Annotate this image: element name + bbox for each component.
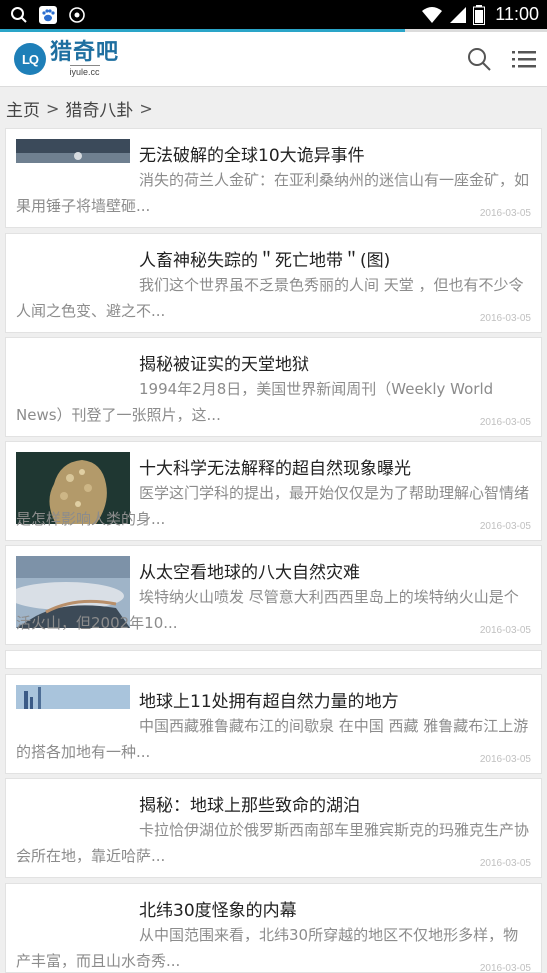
article-title[interactable]: 揭秘：地球上那些致命的湖泊 — [139, 791, 360, 816]
wifi-icon — [422, 6, 443, 23]
article-title[interactable]: 地球上11处拥有超自然力量的地方 — [139, 687, 399, 712]
article-date: 2016-03-05 — [479, 208, 531, 219]
signal-icon — [450, 6, 467, 23]
article-title[interactable]: 无法破解的全球10大诡异事件 — [139, 141, 365, 166]
article-thumbnail — [16, 685, 130, 709]
article-item[interactable]: 地球上11处拥有超自然力量的地方 中国西藏雅鲁藏布江的间歇泉 在中国 西藏 雅鲁… — [5, 674, 542, 774]
article-summary: 我们这个世界虽不乏景色秀丽的人间 天堂 ，但也有不少令人闻之色变、避之不... — [16, 276, 524, 320]
article-title[interactable]: 北纬30度怪象的内幕 — [139, 896, 297, 921]
breadcrumb-home[interactable]: 主页 — [6, 96, 40, 121]
article-date: 2016-03-05 — [479, 417, 531, 428]
article-summary: 中国西藏雅鲁藏布江的间歇泉 在中国 西藏 雅鲁藏布江上游的搭各加地有一种... — [16, 717, 529, 761]
article-date: 2016-03-05 — [479, 313, 531, 324]
breadcrumb-separator: > — [46, 98, 60, 118]
logo-name: 猎奇吧 — [50, 40, 120, 65]
article-date: 2016-03-05 — [479, 521, 531, 532]
article-summary: 消失的荷兰人金矿：在亚利桑纳州的迷信山有一座金矿，如果用锤子将墙壁砸... — [16, 171, 530, 215]
article-summary: 埃特纳火山喷发 尽管意大利西西里岛上的埃特纳火山是个活火山，但2002年10..… — [16, 588, 519, 632]
article-summary: 卡拉恰伊湖位於俄罗斯西南部车里雅宾斯克的玛雅克生产协会所在地，靠近哈萨... — [16, 821, 530, 865]
search-icon[interactable] — [466, 46, 492, 72]
article-item[interactable]: 人畜神秘失踪的＂死亡地带＂(图) 我们这个世界虽不乏景色秀丽的人间 天堂 ，但也… — [5, 233, 542, 333]
article-thumbnail — [16, 139, 130, 163]
breadcrumb: 主页 > 猎奇八卦 > — [6, 96, 153, 121]
article-summary: 医学这门学科的提出，最开始仅仅是为了帮助理解心智情绪是怎样影响人类的身... — [16, 484, 530, 528]
article-date: 2016-03-05 — [479, 625, 531, 636]
article-item[interactable]: 北纬30度怪象的内幕 从中国范围来看，北纬30所穿越的地区不仅地形多样，物产丰富… — [5, 883, 542, 973]
target-icon — [69, 7, 85, 23]
site-logo[interactable]: LQ 猎奇吧 iyule.cc — [14, 41, 119, 77]
article-date: 2016-03-05 — [479, 754, 531, 765]
article-title[interactable]: 十大科学无法解释的超自然现象曝光 — [139, 454, 411, 479]
article-title[interactable]: 从太空看地球的八大自然灾难 — [139, 558, 360, 583]
article-date: 2016-03-05 — [479, 858, 531, 869]
logo-domain: iyule.cc — [69, 65, 100, 77]
menu-list-icon[interactable] — [512, 47, 536, 71]
battery-icon — [473, 4, 486, 25]
article-item[interactable]: 十大科学无法解释的超自然现象曝光 医学这门学科的提出，最开始仅仅是为了帮助理解心… — [5, 441, 542, 541]
breadcrumb-separator: > — [139, 98, 153, 118]
logo-mark: LQ — [14, 43, 46, 75]
breadcrumb-section[interactable]: 猎奇八卦 — [65, 96, 133, 121]
article-date: 2016-03-05 — [479, 963, 531, 973]
article-title[interactable]: 揭秘被证实的天堂地狱 — [139, 350, 309, 375]
search-notification-icon — [11, 7, 27, 23]
article-item[interactable]: 揭秘被证实的天堂地狱 1994年2月8日，美国世界新闻周刊（Weekly Wor… — [5, 337, 542, 437]
baidu-paw-icon — [39, 6, 57, 24]
article-summary: 1994年2月8日，美国世界新闻周刊（Weekly World News）刊登了… — [16, 380, 494, 424]
clock: 11:00 — [495, 4, 539, 24]
article-summary: 从中国范围来看，北纬30所穿越的地区不仅地形多样，物产丰富，而且山水奇秀... — [16, 926, 519, 970]
site-header: LQ 猎奇吧 iyule.cc — [0, 32, 547, 87]
article-item[interactable]: 从太空看地球的八大自然灾难 埃特纳火山喷发 尽管意大利西西里岛上的埃特纳火山是个… — [5, 545, 542, 645]
article-item[interactable]: 揭秘：地球上那些致命的湖泊 卡拉恰伊湖位於俄罗斯西南部车里雅宾斯克的玛雅克生产协… — [5, 778, 542, 878]
empty-list-item — [5, 650, 542, 669]
article-item[interactable]: 无法破解的全球10大诡异事件 消失的荷兰人金矿：在亚利桑纳州的迷信山有一座金矿，… — [5, 128, 542, 228]
article-title[interactable]: 人畜神秘失踪的＂死亡地带＂(图) — [139, 246, 390, 271]
status-bar: 11:00 — [0, 0, 547, 29]
